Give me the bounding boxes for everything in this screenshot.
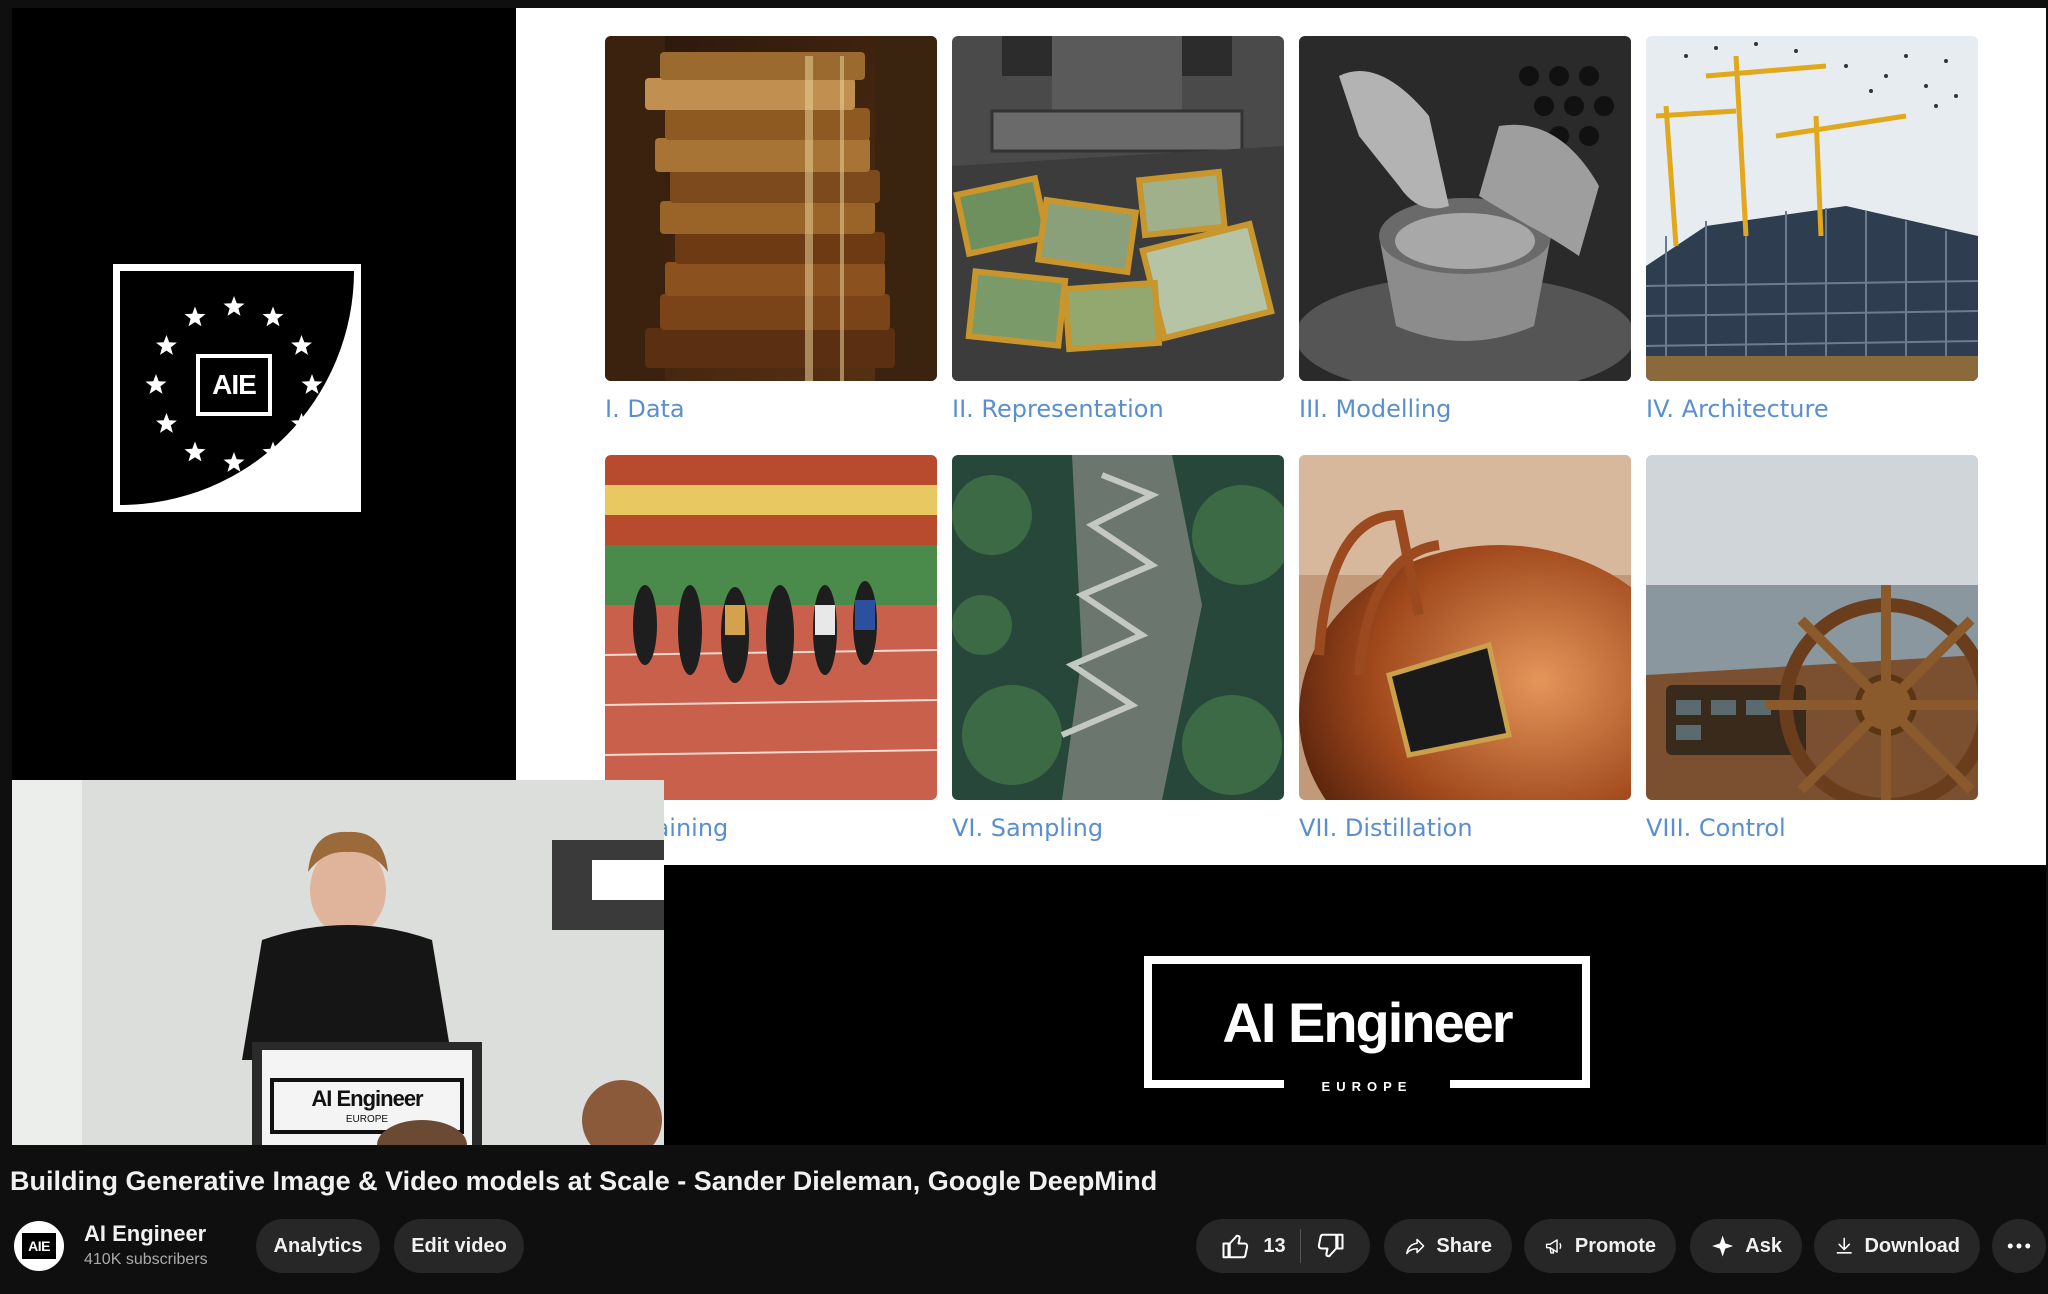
edit-video-button-label: Edit video	[411, 1234, 507, 1257]
dislike-button[interactable]	[1315, 1231, 1345, 1261]
stacked-books-image	[605, 36, 937, 381]
star-icon	[184, 441, 206, 462]
channel-avatar[interactable]: AIE	[14, 1221, 64, 1271]
star-icon	[291, 413, 312, 433]
aie-badge-text: AIE	[212, 369, 257, 400]
edit-video-button[interactable]: Edit video	[394, 1219, 524, 1273]
like-button[interactable]: 13	[1221, 1231, 1286, 1261]
more-actions-button[interactable]	[1992, 1219, 2046, 1273]
tile-caption: III. Modelling	[1299, 395, 1452, 423]
star-icon	[291, 335, 312, 355]
analytics-button-label: Analytics	[273, 1234, 363, 1257]
tile-caption: VII. Distillation	[1299, 814, 1473, 842]
more-horizontal-icon	[2007, 1243, 2031, 1249]
tile-caption: I. Data	[605, 395, 685, 423]
thumbs-down-icon	[1317, 1233, 1344, 1258]
sparkle-icon	[1712, 1235, 1734, 1257]
share-button[interactable]: Share	[1384, 1219, 1512, 1273]
star-icon	[156, 335, 177, 355]
slide-tile-control: VIII. Control	[1646, 455, 1978, 842]
ask-button-label: Ask	[1745, 1234, 1782, 1257]
star-icon	[156, 413, 177, 433]
podium-sign-text: AI Engineer	[311, 1086, 423, 1111]
star-icon	[184, 306, 206, 327]
like-dislike-group: 13	[1196, 1219, 1370, 1273]
slide-tile-sampling: VI. Sampling	[952, 455, 1284, 842]
download-button-label: Download	[1864, 1234, 1960, 1257]
like-count: 13	[1263, 1234, 1286, 1257]
share-icon	[1406, 1238, 1425, 1255]
star-icon	[145, 374, 167, 394]
video-title: Building Generative Image & Video models…	[10, 1166, 1158, 1196]
ask-button[interactable]: Ask	[1690, 1219, 1802, 1273]
tile-caption: VI. Sampling	[952, 814, 1104, 842]
promote-button-label: Promote	[1574, 1234, 1656, 1257]
megaphone-icon	[1545, 1239, 1562, 1254]
star-icon	[223, 452, 245, 472]
ai-engineer-logo-subtext: EUROPE	[1321, 1079, 1413, 1094]
construction-cranes-image	[1646, 36, 1978, 381]
thumbs-up-icon	[1222, 1234, 1249, 1259]
download-button[interactable]: Download	[1814, 1219, 1980, 1273]
star-icon	[223, 296, 245, 316]
slide-tile-architecture: IV. Architecture	[1646, 36, 1978, 423]
slide-tile-distillation: VII. Distillation	[1299, 455, 1631, 842]
slide-tile-representation: II. Representation	[952, 36, 1284, 423]
promote-button[interactable]: Promote	[1524, 1219, 1676, 1273]
star-icon	[262, 441, 284, 462]
winding-mountain-path-image	[952, 455, 1284, 800]
podium-sign-subtext: EUROPE	[345, 1114, 389, 1125]
star-icon	[262, 306, 284, 327]
share-button-label: Share	[1436, 1234, 1492, 1257]
ai-engineer-logo: AI Engineer EUROPE	[1144, 956, 1590, 1094]
channel-name[interactable]: AI Engineer	[84, 1221, 206, 1247]
tile-caption: VIII. Control	[1646, 814, 1786, 842]
download-icon	[1836, 1237, 1852, 1254]
aie-badge-logo: AIE	[113, 264, 361, 512]
compressed-photo-frames-image	[952, 36, 1284, 381]
slide-tile-modelling: III. Modelling	[1299, 36, 1631, 423]
slide-tile-data: I. Data	[605, 36, 937, 423]
analytics-button[interactable]: Analytics	[256, 1219, 380, 1273]
tile-caption: IV. Architecture	[1646, 395, 1829, 423]
video-player[interactable]: AIE I. Data II. Representation III. Mode…	[12, 8, 2046, 1145]
star-icon	[301, 374, 323, 394]
subscriber-count: 410K subscribers	[84, 1251, 208, 1268]
video-meta-row: AIE AI Engineer 410K subscribers Analyti…	[10, 1215, 2046, 1275]
pottery-wheel-image	[1299, 36, 1631, 381]
ai-engineer-logo-text: AI Engineer	[1222, 990, 1513, 1054]
sprinters-image	[605, 455, 937, 800]
copper-still-image	[1299, 455, 1631, 800]
channel-avatar-text: AIE	[22, 1233, 56, 1259]
presentation-slide: I. Data II. Representation III. Modellin…	[516, 8, 2046, 865]
tile-caption: II. Representation	[952, 395, 1164, 423]
ship-wheel-image	[1646, 455, 1978, 800]
speaker-camera-feed: AI Engineer EUROPE	[12, 780, 664, 1145]
